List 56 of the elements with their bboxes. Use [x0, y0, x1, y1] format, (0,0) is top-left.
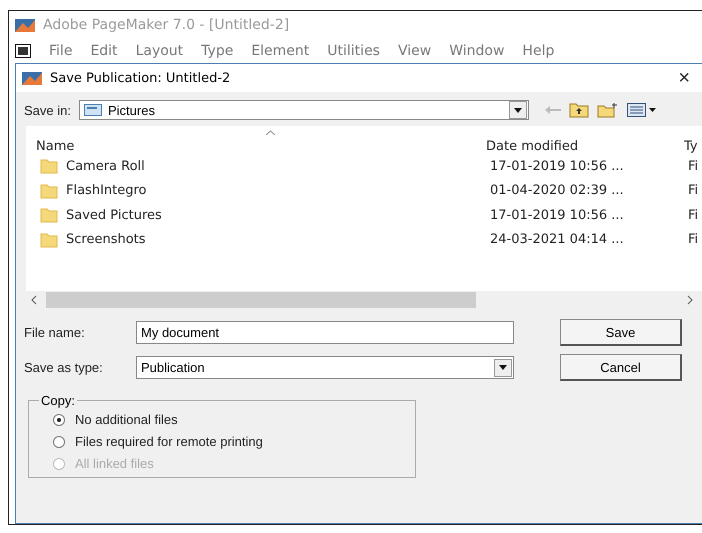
sort-caret-icon — [266, 130, 275, 135]
menu-item[interactable]: Edit — [90, 43, 118, 59]
field-label: Save as type: — [24, 360, 104, 375]
file-name[interactable]: Camera Roll — [66, 158, 145, 174]
file-name[interactable]: Saved Pictures — [66, 208, 162, 223]
caret-icon — [514, 108, 522, 112]
caret-icon — [499, 365, 507, 370]
folder-icon — [84, 104, 102, 116]
app-icon — [22, 70, 42, 86]
cancel-button[interactable]: Cancel — [560, 354, 682, 381]
scroll-right-icon[interactable] — [686, 295, 694, 305]
field-label: File name: — [24, 325, 86, 340]
close-button[interactable]: × — [678, 66, 690, 90]
date-cell-text: 24-03-2021 04:14 ... — [490, 232, 625, 248]
date-cell-text: 01-04-2020 02:39 ... — [490, 183, 625, 198]
menu-item[interactable]: Layout — [136, 43, 184, 59]
column-header[interactable]: Name — [36, 139, 486, 154]
date-cell-text: 17-01-2019 10:56 ... — [490, 158, 625, 174]
group-title: Copy: — [40, 393, 76, 408]
radio-option[interactable]: No additional files — [53, 412, 403, 427]
folder-icon — [40, 182, 58, 200]
window-title: Adobe PageMaker 7.0 - [Untitled-2] — [43, 17, 290, 33]
save-in-dropdown[interactable]: Pictures — [78, 100, 529, 120]
radio-option[interactable]: Files required for remote printing — [53, 434, 403, 449]
scroll-left-icon[interactable] — [30, 295, 38, 305]
type-cell-text: Fi — [688, 158, 700, 174]
menu-item[interactable]: Window — [449, 43, 504, 59]
dialog-title: Save Publication: Untitled-2 — [50, 70, 232, 86]
view-menu-icon[interactable] — [626, 103, 657, 117]
folder-icon — [40, 206, 58, 224]
menu-item[interactable]: View — [398, 43, 432, 59]
menu-item[interactable]: Element — [251, 43, 310, 59]
file-name-field[interactable]: My document — [136, 321, 514, 344]
column-header[interactable]: Ty — [684, 139, 702, 154]
save-as-type-dropdown[interactable]: Publication — [136, 356, 514, 379]
app-icon — [15, 17, 35, 33]
radio-button[interactable] — [53, 436, 65, 448]
save-button[interactable]: Save — [560, 319, 682, 346]
type-cell-text: Fi — [688, 183, 700, 198]
menu-item[interactable]: Type — [201, 43, 234, 59]
folder-up-icon[interactable] — [568, 102, 589, 118]
type-cell-text: Fi — [688, 208, 700, 223]
column-header[interactable]: Date modified — [486, 139, 684, 154]
new-folder-icon[interactable] — [596, 102, 619, 118]
radio-button[interactable] — [53, 414, 65, 426]
type-cell-text: Fi — [688, 232, 700, 248]
file-name[interactable]: FlashIntegro — [66, 183, 147, 198]
menu-item[interactable]: Utilities — [327, 43, 380, 59]
folder-icon — [40, 157, 58, 176]
document-icon — [15, 44, 31, 58]
field-label: Save in: — [24, 102, 71, 118]
file-name[interactable]: Screenshots — [66, 232, 146, 248]
menu-item[interactable]: File — [49, 43, 72, 59]
date-cell-text: 17-01-2019 10:56 ... — [490, 208, 625, 223]
folder-icon — [40, 230, 58, 249]
menu-item[interactable]: Help — [522, 43, 554, 59]
